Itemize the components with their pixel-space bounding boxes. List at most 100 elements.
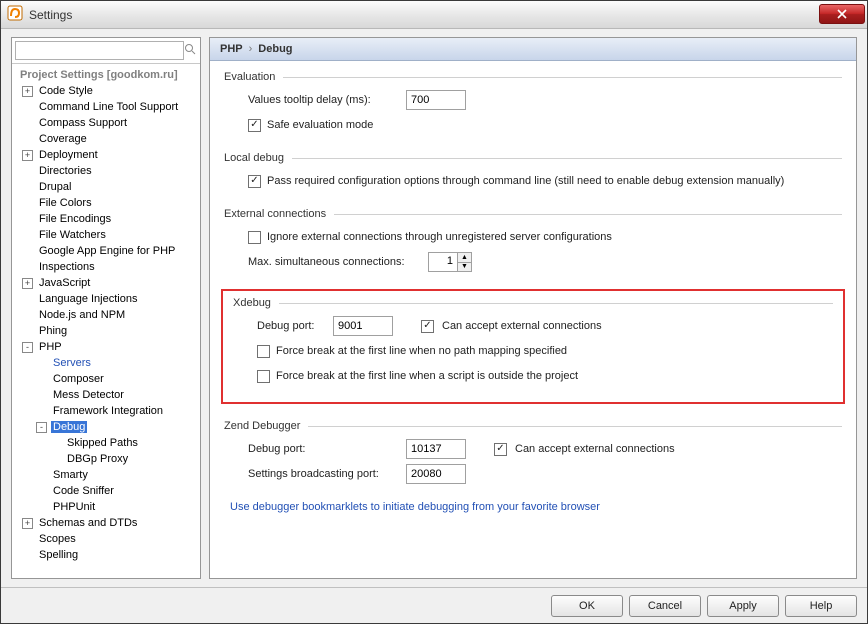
- tree-item-label: Composer: [51, 373, 106, 385]
- xdebug-port-input[interactable]: [333, 316, 393, 336]
- tree-item-label: Deployment: [37, 149, 100, 161]
- tree-item-label: PHPUnit: [51, 501, 97, 513]
- settings-tree[interactable]: Project Settings [goodkom.ru] +Code Styl…: [12, 64, 200, 578]
- safe-eval-checkbox[interactable]: [248, 119, 261, 132]
- tree-item[interactable]: +Schemas and DTDs: [16, 515, 200, 531]
- tree-spacer: [22, 198, 33, 209]
- tree-item[interactable]: Language Injections: [16, 291, 200, 307]
- zend-port-label: Debug port:: [248, 443, 398, 455]
- collapse-icon[interactable]: -: [22, 342, 33, 353]
- tree-spacer: [36, 358, 47, 369]
- close-button[interactable]: [819, 4, 865, 24]
- section-evaluation: Evaluation Values tooltip delay (ms): Sa…: [224, 71, 842, 136]
- zend-broadcast-input[interactable]: [406, 464, 466, 484]
- breadcrumb-leaf: Debug: [258, 43, 292, 55]
- xdebug-break1-label: Force break at the first line when no pa…: [276, 345, 567, 357]
- search-clear-icon[interactable]: [184, 43, 196, 58]
- tree-item[interactable]: Mess Detector: [16, 387, 200, 403]
- tree-header: Project Settings [goodkom.ru]: [16, 67, 200, 83]
- tree-item[interactable]: Skipped Paths: [16, 435, 200, 451]
- max-conn-value[interactable]: 1: [429, 253, 457, 271]
- expand-icon[interactable]: +: [22, 518, 33, 529]
- help-button[interactable]: Help: [785, 595, 857, 617]
- sidebar: Project Settings [goodkom.ru] +Code Styl…: [11, 37, 201, 579]
- tree-item-label: Scopes: [37, 533, 78, 545]
- search-wrap: [12, 38, 200, 64]
- tree-item[interactable]: PHPUnit: [16, 499, 200, 515]
- section-title: Xdebug: [233, 297, 833, 309]
- tree-item-label: File Colors: [37, 197, 94, 209]
- tree-item[interactable]: File Colors: [16, 195, 200, 211]
- tree-item[interactable]: Drupal: [16, 179, 200, 195]
- tooltip-delay-input[interactable]: [406, 90, 466, 110]
- tree-spacer: [36, 374, 47, 385]
- section-external: External connections Ignore external con…: [224, 208, 842, 273]
- pass-config-checkbox[interactable]: [248, 175, 261, 188]
- tree-item[interactable]: -Debug: [16, 419, 200, 435]
- tree-item[interactable]: Phing: [16, 323, 200, 339]
- zend-accept-checkbox[interactable]: [494, 443, 507, 456]
- xdebug-accept-checkbox[interactable]: [421, 320, 434, 333]
- tree-item[interactable]: Compass Support: [16, 115, 200, 131]
- tree-item[interactable]: Inspections: [16, 259, 200, 275]
- cancel-button[interactable]: Cancel: [629, 595, 701, 617]
- tree-item[interactable]: Framework Integration: [16, 403, 200, 419]
- tree-item[interactable]: Composer: [16, 371, 200, 387]
- tree-item-label: Mess Detector: [51, 389, 126, 401]
- tree-item-label: Framework Integration: [51, 405, 165, 417]
- section-title: Local debug: [224, 152, 842, 164]
- tree-spacer: [22, 550, 33, 561]
- tree-item[interactable]: -PHP: [16, 339, 200, 355]
- spinner-up-icon[interactable]: ▲: [458, 253, 471, 263]
- zend-port-input[interactable]: [406, 439, 466, 459]
- max-conn-label: Max. simultaneous connections:: [248, 256, 420, 268]
- expand-icon[interactable]: +: [22, 278, 33, 289]
- settings-window: Settings Project Settings [goodkom.ru] +…: [0, 0, 868, 624]
- tree-item[interactable]: Scopes: [16, 531, 200, 547]
- spinner-down-icon[interactable]: ▼: [458, 263, 471, 272]
- section-xdebug: Xdebug Debug port: Can accept external c…: [221, 289, 845, 404]
- window-title: Settings: [29, 8, 72, 22]
- section-zend: Zend Debugger Debug port: Can accept ext…: [224, 420, 842, 485]
- tree-item[interactable]: +JavaScript: [16, 275, 200, 291]
- section-title: External connections: [224, 208, 842, 220]
- max-conn-spinner[interactable]: 1 ▲ ▼: [428, 252, 472, 272]
- tree-item[interactable]: Coverage: [16, 131, 200, 147]
- tree-item[interactable]: Smarty: [16, 467, 200, 483]
- search-input[interactable]: [15, 41, 184, 60]
- tree-item-label: Debug: [51, 421, 87, 433]
- ignore-ext-checkbox[interactable]: [248, 231, 261, 244]
- tree-item[interactable]: Spelling: [16, 547, 200, 563]
- tree-item[interactable]: Servers: [16, 355, 200, 371]
- section-title: Evaluation: [224, 71, 842, 83]
- tree-spacer: [22, 246, 33, 257]
- xdebug-break1-checkbox[interactable]: [257, 345, 270, 358]
- tree-item-label: Drupal: [37, 181, 73, 193]
- tree-item[interactable]: File Watchers: [16, 227, 200, 243]
- tree-item[interactable]: Code Sniffer: [16, 483, 200, 499]
- ok-button[interactable]: OK: [551, 595, 623, 617]
- expand-icon[interactable]: +: [22, 150, 33, 161]
- tree-item[interactable]: Directories: [16, 163, 200, 179]
- tree-item-label: PHP: [37, 341, 64, 353]
- tree-spacer: [36, 406, 47, 417]
- tree-item-label: Spelling: [37, 549, 80, 561]
- tree-spacer: [22, 214, 33, 225]
- tree-item[interactable]: Google App Engine for PHP: [16, 243, 200, 259]
- titlebar: Settings: [1, 1, 867, 29]
- expand-icon[interactable]: +: [22, 86, 33, 97]
- collapse-icon[interactable]: -: [36, 422, 47, 433]
- tree-item[interactable]: + Deployment: [16, 147, 200, 163]
- bookmarklets-link[interactable]: Use debugger bookmarklets to initiate de…: [230, 501, 842, 513]
- pass-config-label: Pass required configuration options thro…: [267, 175, 784, 187]
- tree-item[interactable]: Command Line Tool Support: [16, 99, 200, 115]
- tree-item[interactable]: DBGp Proxy: [16, 451, 200, 467]
- xdebug-break2-checkbox[interactable]: [257, 370, 270, 383]
- tree-item[interactable]: +Code Style: [16, 83, 200, 99]
- apply-button[interactable]: Apply: [707, 595, 779, 617]
- tree-item[interactable]: Node.js and NPM: [16, 307, 200, 323]
- tree-spacer: [36, 502, 47, 513]
- xdebug-accept-label: Can accept external connections: [442, 320, 602, 332]
- breadcrumb-root[interactable]: PHP: [220, 43, 243, 55]
- tree-item[interactable]: File Encodings: [16, 211, 200, 227]
